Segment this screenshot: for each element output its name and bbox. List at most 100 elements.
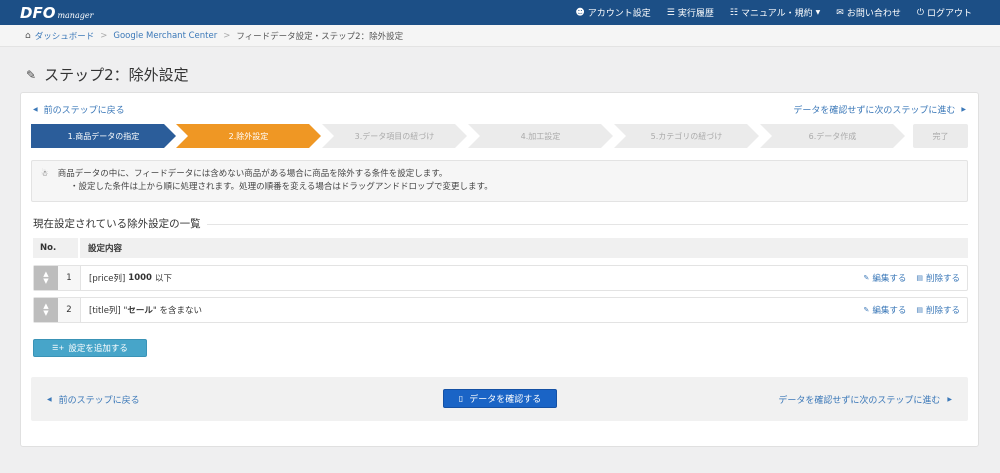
pencil-icon: ✎ bbox=[863, 274, 870, 282]
step-label: 4.加工設定 bbox=[520, 131, 561, 141]
skip-next-link-top[interactable]: データを確認せずに次のステップに進む ▶ bbox=[793, 103, 966, 116]
page-title: ✎ ステップ2：除外設定 bbox=[26, 64, 189, 85]
nav-logout[interactable]: ⏻ ログアウト bbox=[916, 6, 972, 20]
step-label: 6.データ作成 bbox=[808, 131, 857, 141]
nav-menu: ☻ アカウント設定 ☰ 実行履歴 ☷ マニュアル・規約 ▼ ✉ お問い合わせ ⏻… bbox=[559, 0, 972, 25]
step-6: 6.データ作成 bbox=[760, 124, 905, 148]
add-setting-button[interactable]: ☰+ 設定を追加する bbox=[33, 339, 147, 357]
dfo-manager-logo[interactable]: DFO manager bbox=[20, 4, 94, 22]
breadcrumb-google-merchant-center[interactable]: Google Merchant Center bbox=[113, 31, 217, 41]
book-icon: ☷ bbox=[729, 7, 738, 18]
chevron-down-icon: ▼ bbox=[815, 9, 821, 16]
delete-label: 削除する bbox=[925, 306, 960, 316]
delete-button[interactable]: ▤ 削除する bbox=[916, 272, 960, 284]
rule-value: セール bbox=[127, 306, 153, 316]
rule-column: [price列] bbox=[89, 274, 126, 284]
caret-right-icon: ▶ bbox=[961, 106, 966, 113]
nav-account-settings[interactable]: ☻ アカウント設定 bbox=[575, 6, 651, 20]
column-header-content: 設定内容 bbox=[80, 238, 968, 258]
logo-text: DFO bbox=[20, 4, 56, 22]
step-label: 1.商品データの指定 bbox=[67, 131, 140, 141]
nav-execution-history[interactable]: ☰ 実行履歴 bbox=[666, 6, 714, 20]
prev-step-label: 前のステップに戻る bbox=[58, 395, 140, 406]
drag-handle-icon[interactable]: ▲ ▼ bbox=[34, 298, 58, 322]
user-icon: ☻ bbox=[575, 7, 585, 18]
step-label: 3.データ項目の紐づけ bbox=[354, 131, 435, 141]
page-title-text: ステップ2：除外設定 bbox=[44, 66, 189, 84]
skip-next-label: データを確認せずに次のステップに進む bbox=[778, 395, 941, 406]
skip-next-link-bottom[interactable]: データを確認せずに次のステップに進む ▶ bbox=[778, 377, 952, 421]
caret-left-icon: ◀ bbox=[47, 395, 52, 403]
envelope-icon: ✉ bbox=[836, 7, 844, 18]
breadcrumb: ⌂ ダッシュボード > Google Merchant Center > フィー… bbox=[0, 25, 1000, 47]
section-heading: 現在設定されている除外設定の一覧 bbox=[33, 216, 968, 231]
step-label: 完了 bbox=[932, 131, 949, 141]
edit-button[interactable]: ✎ 編集する bbox=[863, 304, 906, 316]
nav-label: アカウント設定 bbox=[587, 9, 651, 19]
step-3: 3.データ項目の紐づけ bbox=[322, 124, 467, 148]
caret-left-icon: ◀ bbox=[33, 106, 38, 113]
logo-subtext: manager bbox=[57, 11, 94, 20]
step-2: 2.除外設定 bbox=[176, 124, 321, 148]
nav-label: お問い合わせ bbox=[846, 9, 901, 19]
row-number: 1 bbox=[58, 266, 81, 290]
delete-button[interactable]: ▤ 削除する bbox=[916, 304, 960, 316]
trash-icon: ▤ bbox=[916, 274, 923, 282]
confirm-data-label: データを確認する bbox=[469, 395, 542, 405]
rule-condition: 以下 bbox=[154, 274, 172, 284]
row-number: 2 bbox=[58, 298, 81, 322]
breadcrumb-separator: > bbox=[223, 30, 231, 41]
add-setting-label: 設定を追加する bbox=[68, 344, 128, 354]
footer-bar: ◀ 前のステップに戻る ▯ データを確認する データを確認せずに次のステップに進… bbox=[31, 377, 968, 421]
info-line-1: 商品データの中に、フィードデータには含めない商品がある場合に商品を除外する条件を… bbox=[57, 169, 448, 179]
caret-right-icon: ▶ bbox=[947, 395, 952, 403]
nav-label: マニュアル・規約 bbox=[740, 9, 813, 19]
step-label: 2.除外設定 bbox=[228, 131, 269, 141]
edit-button[interactable]: ✎ 編集する bbox=[863, 272, 906, 284]
prev-step-label: 前のステップに戻る bbox=[43, 106, 125, 116]
step-label: 5.カテゴリの紐づけ bbox=[650, 131, 723, 141]
edit-label: 編集する bbox=[872, 274, 907, 284]
rule-column: [title列] " bbox=[89, 306, 128, 316]
lightbulb-icon: ☃ bbox=[41, 169, 49, 178]
nav-manual-dropdown[interactable]: ☷ マニュアル・規約 ▼ bbox=[729, 6, 821, 20]
power-icon: ⏻ bbox=[916, 7, 924, 18]
info-box: ☃ 商品データの中に、フィードデータには含めない商品がある場合に商品を除外する条… bbox=[31, 160, 968, 202]
delete-label: 削除する bbox=[925, 274, 960, 284]
main-panel: ◀ 前のステップに戻る データを確認せずに次のステップに進む ▶ 1.商品データ… bbox=[20, 92, 979, 447]
pencil-icon: ✎ bbox=[26, 67, 37, 82]
prev-step-link-bottom[interactable]: ◀ 前のステップに戻る bbox=[47, 377, 140, 421]
trash-icon: ▤ bbox=[916, 306, 923, 314]
confirm-data-button[interactable]: ▯ データを確認する bbox=[443, 389, 557, 408]
section-title-text: 現在設定されている除外設定の一覧 bbox=[33, 218, 201, 230]
rule-value: 1000 bbox=[128, 273, 152, 283]
step-complete: 完了 bbox=[913, 124, 968, 148]
edit-label: 編集する bbox=[872, 306, 907, 316]
skip-next-label: データを確認せずに次のステップに進む bbox=[793, 106, 956, 116]
drag-handle-icon[interactable]: ▲ ▼ bbox=[34, 266, 58, 290]
row-actions: ✎ 編集する ▤ 削除する bbox=[853, 266, 960, 290]
add-list-icon: ☰+ bbox=[52, 344, 65, 352]
step-1: 1.商品データの指定 bbox=[31, 124, 176, 148]
table-header: No. 設定内容 bbox=[33, 238, 968, 258]
table-row[interactable]: ▲ ▼ 2 [title列] " セール " を含まない ✎ 編集する ▤ 削除す… bbox=[33, 297, 968, 323]
breadcrumb-dashboard[interactable]: ダッシュボード bbox=[35, 30, 95, 42]
list-icon: ☰ bbox=[666, 7, 675, 18]
top-navbar: DFO manager ☻ アカウント設定 ☰ 実行履歴 ☷ マニュアル・規約 … bbox=[0, 0, 1000, 25]
step-progress-bar: 1.商品データの指定 2.除外設定 3.データ項目の紐づけ 4.加工設定 5.カ… bbox=[31, 124, 968, 148]
row-content: [title列] " セール " を含まない bbox=[89, 298, 202, 322]
nav-contact[interactable]: ✉ お問い合わせ bbox=[836, 6, 901, 20]
document-icon: ▯ bbox=[458, 394, 464, 403]
nav-label: ログアウト bbox=[926, 9, 972, 19]
table-row[interactable]: ▲ ▼ 1 [price列] 1000 以下 ✎ 編集する ▤ 削除する bbox=[33, 265, 968, 291]
row-content: [price列] 1000 以下 bbox=[89, 266, 172, 290]
step-5: 5.カテゴリの紐づけ bbox=[614, 124, 759, 148]
prev-step-link-top[interactable]: ◀ 前のステップに戻る bbox=[33, 103, 125, 116]
row-actions: ✎ 編集する ▤ 削除する bbox=[853, 298, 960, 322]
pencil-icon: ✎ bbox=[863, 306, 870, 314]
column-header-no: No. bbox=[33, 238, 78, 258]
rule-condition: " を含まない bbox=[152, 306, 203, 316]
step-4: 4.加工設定 bbox=[468, 124, 613, 148]
breadcrumb-current: フィードデータ設定・ステップ2：除外設定 bbox=[236, 31, 404, 42]
home-icon: ⌂ bbox=[25, 30, 31, 41]
